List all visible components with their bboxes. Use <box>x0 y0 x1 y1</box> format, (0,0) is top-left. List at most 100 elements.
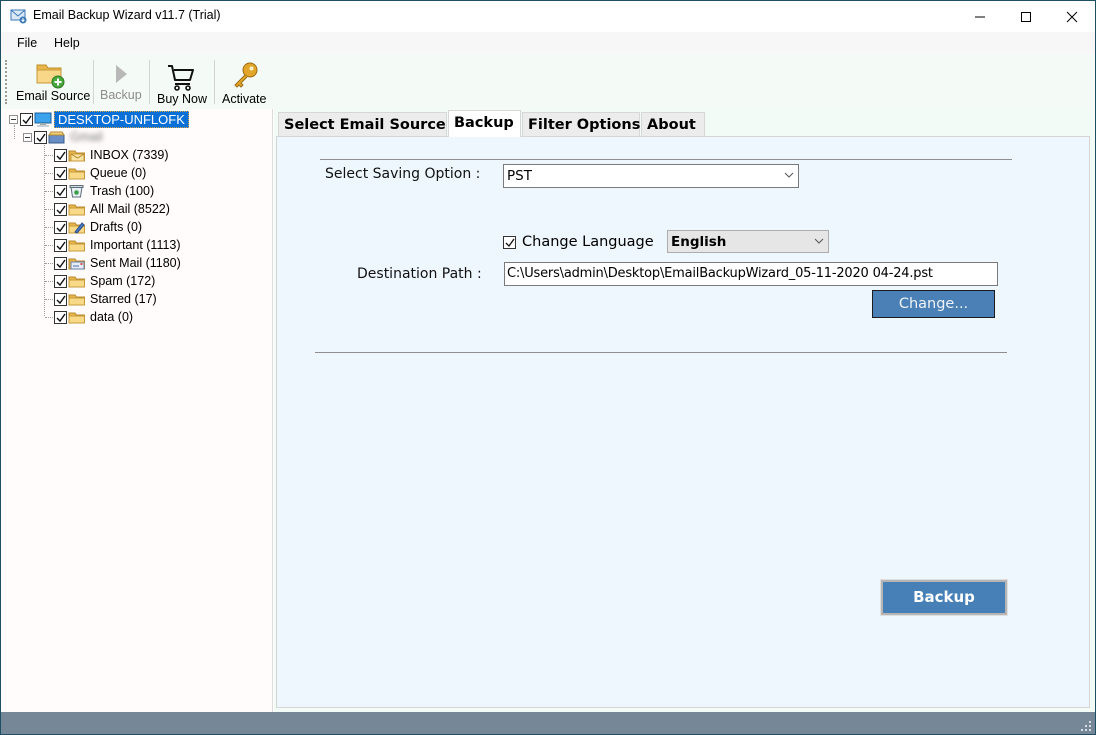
tab-backup[interactable]: Backup <box>448 110 521 137</box>
toolbar-separator <box>93 60 94 104</box>
tab-filter-options[interactable]: Filter Options <box>522 112 640 136</box>
drafts-folder-icon <box>68 220 85 234</box>
folder-checkbox[interactable] <box>54 238 67 252</box>
language-value: English <box>671 234 727 250</box>
minimize-button[interactable] <box>957 1 1003 32</box>
menu-help[interactable]: Help <box>54 36 80 50</box>
tree-folder-item[interactable]: data (0) <box>45 308 135 326</box>
buy-now-label: Buy Now <box>157 92 208 106</box>
title-bar: Email Backup Wizard v11.7 (Trial) <box>1 1 1095 32</box>
tree-connector <box>45 262 53 264</box>
tree-folder-item[interactable]: Trash (100) <box>45 182 156 200</box>
divider <box>315 352 1007 353</box>
folder-checkbox[interactable] <box>54 148 67 162</box>
menu-bar: File Help <box>1 32 1095 54</box>
folder-checkbox[interactable] <box>54 184 67 198</box>
folder-icon <box>68 202 85 216</box>
tree-connector <box>45 154 53 156</box>
backup-button[interactable]: Backup <box>880 579 1008 616</box>
folder-label: All Mail (8522) <box>90 202 170 216</box>
folder-checkbox[interactable] <box>54 292 67 306</box>
saving-option-value: PST <box>507 168 532 184</box>
close-button[interactable] <box>1049 1 1095 32</box>
tree-connector <box>45 190 53 192</box>
tree-connector <box>45 208 53 210</box>
maximize-button[interactable] <box>1003 1 1049 32</box>
folder-label: Spam (172) <box>90 274 156 288</box>
folder-label: Important (1113) <box>90 238 181 252</box>
destination-path-label: Destination Path : <box>357 266 482 282</box>
window-title: Email Backup Wizard v11.7 (Trial) <box>33 8 221 22</box>
folder-icon <box>68 310 85 324</box>
tree-connector <box>45 280 53 282</box>
tree-connector <box>45 172 53 174</box>
checkbox-checked-icon <box>503 235 516 249</box>
buy-now-button[interactable]: Buy Now <box>154 58 208 108</box>
main-area: Select Email Source Backup Filter Option… <box>274 109 1095 712</box>
divider <box>320 159 1012 160</box>
toolbar-separator <box>214 60 215 104</box>
toolbar-grip[interactable] <box>5 60 7 104</box>
close-icon <box>1066 11 1078 22</box>
folder-label: data (0) <box>90 310 134 324</box>
folder-checkbox[interactable] <box>54 220 67 234</box>
menu-file[interactable]: File <box>17 36 37 50</box>
folder-checkbox[interactable] <box>54 310 67 324</box>
destination-path-input[interactable]: C:\Users\admin\Desktop\EmailBackupWizard… <box>504 262 998 286</box>
change-language-checkbox[interactable]: Change Language <box>503 234 654 250</box>
tree-connector <box>45 244 53 246</box>
resize-grip-icon[interactable] <box>1081 721 1091 731</box>
toolbar: Email Source Backup Buy Now Activate <box>1 54 1095 109</box>
tree-folder-item[interactable]: Important (1113) <box>45 236 183 254</box>
folder-icon <box>68 292 85 306</box>
sent-folder-icon <box>68 256 85 270</box>
folder-label: INBOX (7339) <box>90 148 169 162</box>
tree-root-label: DESKTOP-UNFLOFK <box>54 110 189 128</box>
play-icon <box>116 65 127 83</box>
tree-folder-item[interactable]: Starred (17) <box>45 290 159 308</box>
email-source-label: Email Source <box>16 89 91 103</box>
activate-button[interactable]: Activate <box>219 58 269 108</box>
change-path-button[interactable]: Change... <box>872 290 995 318</box>
app-window: Email Backup Wizard v11.7 (Trial) File H… <box>0 0 1096 735</box>
tree-folder-item[interactable]: Drafts (0) <box>45 218 144 236</box>
folder-tree: DESKTOP-UNFLOFK Gmail INBOX (7339) Queue … <box>1 109 273 712</box>
folder-label: Starred (17) <box>90 292 157 306</box>
tree-folder-item[interactable]: Spam (172) <box>45 272 157 290</box>
language-select[interactable]: English <box>667 230 829 253</box>
toolbar-backup-label: Backup <box>100 88 142 102</box>
toolbar-backup-button[interactable]: Backup <box>98 58 144 108</box>
tree-node-account[interactable]: Gmail <box>23 128 105 146</box>
tab-about[interactable]: About <box>641 112 705 136</box>
folder-checkbox[interactable] <box>54 166 67 180</box>
tree-connector <box>45 226 53 228</box>
email-source-button[interactable]: Email Source <box>13 58 91 108</box>
tree-folder-item[interactable]: All Mail (8522) <box>45 200 172 218</box>
toolbar-separator <box>149 60 150 104</box>
tree-connector <box>45 316 53 318</box>
folder-icon <box>68 166 85 180</box>
key-icon <box>234 62 258 88</box>
tree-folder-item[interactable]: Sent Mail (1180) <box>45 254 183 272</box>
root-checkbox[interactable] <box>20 112 33 126</box>
cart-icon <box>168 65 194 91</box>
tab-select-email-source[interactable]: Select Email Source <box>278 112 447 136</box>
minimize-icon <box>975 16 985 17</box>
folder-checkbox[interactable] <box>54 256 67 270</box>
activate-label: Activate <box>222 92 267 106</box>
tree-connector <box>45 298 53 300</box>
collapse-toggle[interactable] <box>9 114 18 124</box>
mailbox-icon <box>48 130 65 144</box>
folder-checkbox[interactable] <box>54 202 67 216</box>
computer-icon <box>34 112 52 127</box>
account-checkbox[interactable] <box>34 130 47 144</box>
folder-label: Sent Mail (1180) <box>90 256 181 270</box>
saving-option-label: Select Saving Option : <box>325 166 481 182</box>
tree-folder-item[interactable]: Queue (0) <box>45 164 148 182</box>
folder-label: Trash (100) <box>90 184 155 198</box>
tree-node-root[interactable]: DESKTOP-UNFLOFK <box>9 110 189 128</box>
saving-option-select[interactable]: PST <box>503 164 799 188</box>
tree-folder-item[interactable]: INBOX (7339) <box>45 146 171 164</box>
collapse-toggle[interactable] <box>23 132 32 142</box>
folder-checkbox[interactable] <box>54 274 67 288</box>
